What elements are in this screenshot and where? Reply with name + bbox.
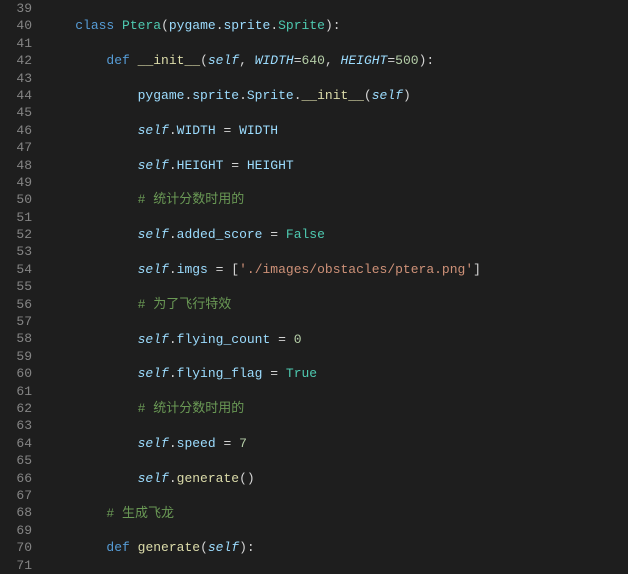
code-line: self.generate() [44,470,628,487]
line-number: 41 [0,35,32,52]
line-number: 39 [0,0,32,17]
code-line: self.speed = 7 [44,435,628,452]
code-line: def __init__(self, WIDTH=640, HEIGHT=500… [44,52,628,69]
line-number: 57 [0,313,32,330]
line-number: 61 [0,383,32,400]
code-line: self.WIDTH = WIDTH [44,122,628,139]
line-number: 71 [0,557,32,574]
line-number: 70 [0,539,32,556]
code-line: self.flying_count = 0 [44,331,628,348]
code-line: self.added_score = False [44,226,628,243]
line-number: 45 [0,104,32,121]
line-number: 42 [0,52,32,69]
code-line: # 为了飞行特效 [44,296,628,313]
line-number: 46 [0,122,32,139]
line-number: 50 [0,191,32,208]
code-line: # 统计分数时用的 [44,400,628,417]
line-number: 58 [0,330,32,347]
line-number: 68 [0,504,32,521]
code-line: class Ptera(pygame.sprite.Sprite): [44,17,628,34]
line-number: 56 [0,296,32,313]
line-number: 63 [0,417,32,434]
code-editor[interactable]: 3940414243444546474849505152535455565758… [0,0,628,574]
code-line: def generate(self): [44,539,628,556]
line-number: 65 [0,452,32,469]
line-number: 53 [0,243,32,260]
line-number-gutter: 3940414243444546474849505152535455565758… [0,0,44,574]
code-line: pygame.sprite.Sprite.__init__(self) [44,87,628,104]
line-number: 66 [0,470,32,487]
line-number: 62 [0,400,32,417]
line-number: 64 [0,435,32,452]
line-number: 60 [0,365,32,382]
line-number: 49 [0,174,32,191]
code-area[interactable]: class Ptera(pygame.sprite.Sprite): def _… [44,0,628,574]
line-number: 59 [0,348,32,365]
line-number: 55 [0,278,32,295]
code-line: # 生成飞龙 [44,505,628,522]
code-line: self.flying_flag = True [44,365,628,382]
code-line: self.imgs = ['./images/obstacles/ptera.p… [44,261,628,278]
line-number: 48 [0,157,32,174]
line-number: 47 [0,139,32,156]
line-number: 67 [0,487,32,504]
line-number: 43 [0,70,32,87]
line-number: 54 [0,261,32,278]
line-number: 51 [0,209,32,226]
line-number: 69 [0,522,32,539]
line-number: 44 [0,87,32,104]
line-number: 52 [0,226,32,243]
code-line: # 统计分数时用的 [44,191,628,208]
code-line: self.HEIGHT = HEIGHT [44,157,628,174]
line-number: 40 [0,17,32,34]
